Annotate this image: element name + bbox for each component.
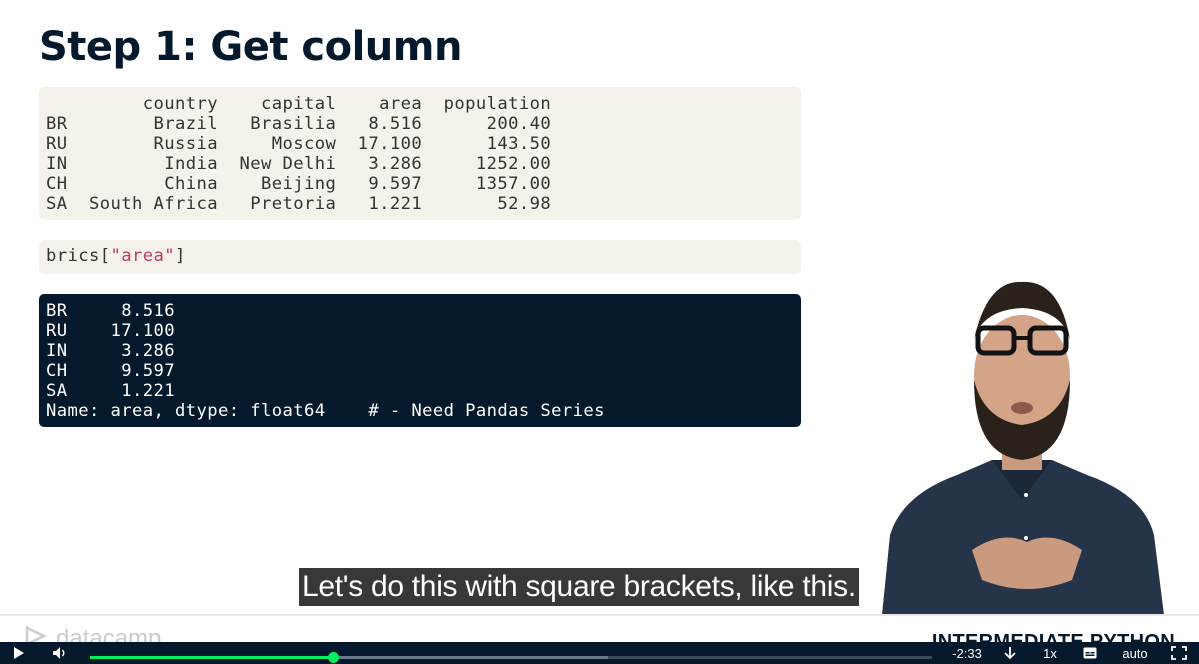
subtitles-button[interactable] (1078, 642, 1102, 664)
progress-thumb[interactable] (328, 652, 340, 663)
volume-icon (53, 647, 65, 659)
course-title-text: INTERMEDIATE PYTHON (931, 631, 1175, 642)
fullscreen-icon (1171, 646, 1187, 660)
dataframe-code-block: country capital area population BR Brazi… (39, 87, 801, 220)
playback-speed-button[interactable]: 1x (1038, 642, 1062, 664)
play-button[interactable] (8, 642, 30, 664)
series-output-block: BR 8.516 RU 17.100 IN 3.286 CH 9.597 SA … (39, 294, 801, 427)
video-frame: Step 1: Get column country capital area … (0, 0, 1199, 642)
quality-button[interactable]: auto (1115, 642, 1155, 664)
download-button[interactable] (1000, 642, 1020, 664)
dataframe-output: country capital area population BR Brazi… (46, 94, 552, 214)
subtitles-icon (1083, 647, 1097, 659)
fullscreen-button[interactable] (1168, 642, 1190, 664)
player-controls: -2:33 1x auto (0, 642, 1199, 664)
subtitle-caption: Let's do this with square brackets, like… (299, 568, 859, 606)
datacamp-logo: datacamp (24, 626, 204, 642)
command-string: "area" (110, 246, 175, 266)
command-suffix: ] (175, 246, 186, 266)
played-bar (90, 656, 334, 659)
command-prefix: brics[ (46, 246, 111, 266)
command-code-block: brics["area"] (39, 240, 801, 274)
presenter-image (882, 281, 1164, 615)
datacamp-logo-icon (25, 626, 47, 642)
command-line: brics["area"] (46, 246, 794, 266)
play-icon (14, 647, 24, 659)
time-remaining: -2:33 (952, 645, 982, 661)
volume-button[interactable] (48, 642, 72, 664)
download-icon (1004, 647, 1016, 660)
footer-divider (0, 614, 1199, 616)
progress-slider[interactable] (90, 652, 932, 663)
logo-text: datacamp (56, 626, 162, 642)
course-title: INTERMEDIATE PYTHON (932, 630, 1175, 642)
series-output: BR 8.516 RU 17.100 IN 3.286 CH 9.597 SA … (46, 301, 605, 421)
slide-title: Step 1: Get column (39, 24, 462, 70)
